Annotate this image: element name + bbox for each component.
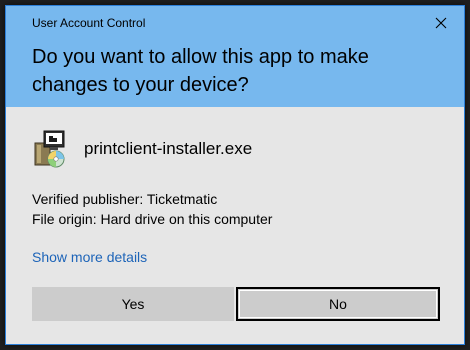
file-origin: File origin: Hard drive on this computer: [32, 211, 273, 227]
no-button[interactable]: No: [236, 287, 440, 321]
app-details: Verified publisher: Ticketmatic File ori…: [32, 189, 272, 229]
installer-package-icon: [34, 130, 65, 168]
uac-question: Do you want to allow this app to make ch…: [32, 46, 369, 96]
desktop-background: User Account Control Do you want to allo…: [0, 0, 470, 350]
dialog-header: User Account Control Do you want to allo…: [6, 6, 464, 107]
show-more-details-link[interactable]: Show more details: [32, 249, 147, 265]
no-button-label: No: [329, 296, 347, 312]
yes-button[interactable]: Yes: [32, 287, 234, 321]
app-name: printclient-installer.exe: [84, 139, 253, 158]
close-icon: [435, 17, 447, 29]
app-info-row: printclient-installer.exe: [32, 128, 252, 170]
close-button[interactable]: [418, 6, 464, 40]
window-title: User Account Control: [32, 16, 146, 30]
verified-publisher: Verified publisher: Ticketmatic: [32, 191, 218, 207]
yes-button-label: Yes: [121, 296, 145, 312]
uac-dialog: User Account Control Do you want to allo…: [5, 5, 465, 345]
